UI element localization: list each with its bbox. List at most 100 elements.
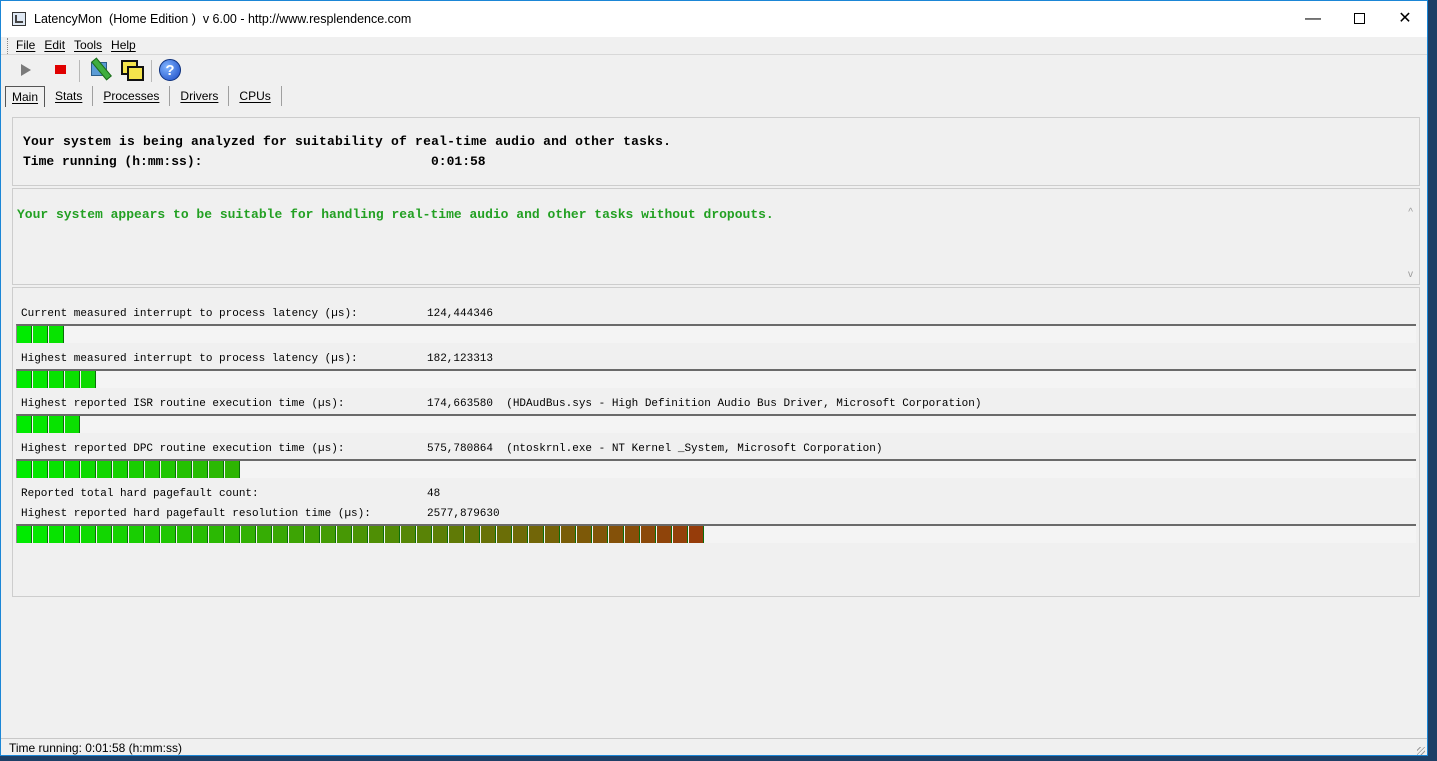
latency-bar-segment [33, 526, 48, 543]
menu-tools[interactable]: Tools [74, 38, 102, 54]
latency-bar-segment [81, 371, 96, 388]
latency-bar [16, 324, 1416, 343]
latency-bar-segment [17, 326, 32, 343]
latency-bar [16, 369, 1416, 388]
latency-bar-segment [161, 461, 176, 478]
analysis-info-panel: Your system is being analyzed for suitab… [12, 117, 1420, 186]
menu-file[interactable]: File [16, 38, 35, 54]
latency-bar-segment [193, 526, 208, 543]
latency-bar-segment [49, 526, 64, 543]
latency-bar-segment [113, 526, 128, 543]
tab-cpus[interactable]: CPUs [229, 86, 282, 106]
latency-bar-segment [641, 526, 656, 543]
windows-icon[interactable] [121, 60, 145, 84]
latency-bar-segment [209, 461, 224, 478]
latency-bar-segment [65, 526, 80, 543]
latency-bar-segment [481, 526, 496, 543]
latency-bar-segment [145, 461, 160, 478]
latency-bar-segment [321, 526, 336, 543]
latency-bar-segment [673, 526, 688, 543]
latency-bar-segment [177, 526, 192, 543]
latencymon-window: LatencyMon (Home Edition ) v 6.00 - http… [0, 0, 1428, 756]
latency-bar-segment [17, 461, 32, 478]
minimize-button[interactable]: — [1290, 1, 1336, 37]
latency-bar-segment [193, 461, 208, 478]
toolbar-separator [151, 60, 152, 82]
latency-bar-segment [49, 371, 64, 388]
latency-bar [16, 414, 1416, 433]
latency-bar-segment [145, 526, 160, 543]
verdict-panel[interactable]: Your system appears to be suitable for h… [12, 188, 1420, 285]
metrics-panel: Current measured interrupt to process la… [12, 287, 1420, 597]
latency-bar-segment [17, 371, 32, 388]
menu-separator [1, 54, 1427, 55]
status-bar: Time running: 0:01:58 (h:mm:ss) [1, 738, 1427, 757]
menu-edit[interactable]: Edit [44, 38, 65, 54]
metric-label: Highest measured interrupt to process la… [21, 353, 358, 365]
latency-bar-segment [17, 416, 32, 433]
latency-bar-segment [209, 526, 224, 543]
metric-value: 2577,879630 [427, 508, 500, 520]
stop-icon[interactable] [55, 65, 66, 74]
metric-value: 575,780864 (ntoskrnl.exe - NT Kernel _Sy… [427, 443, 883, 455]
latency-bar-segment [593, 526, 608, 543]
latency-bar-segment [33, 371, 48, 388]
latency-bar-segment [289, 526, 304, 543]
latency-bar-segment [33, 326, 48, 343]
maximize-button[interactable] [1336, 1, 1382, 37]
tab-drivers[interactable]: Drivers [170, 86, 230, 106]
time-running-value: 0:01:58 [431, 154, 486, 169]
scroll-up-icon[interactable]: ^ [1408, 207, 1413, 218]
latency-bar-segment [417, 526, 432, 543]
status-text: Time running: 0:01:58 (h:mm:ss) [9, 741, 182, 755]
time-running-label: Time running (h:mm:ss): [23, 154, 203, 169]
latency-bar-segment [449, 526, 464, 543]
app-icon[interactable] [12, 12, 26, 26]
metric-label: Highest reported DPC routine execution t… [21, 443, 345, 455]
latency-bar-segment [225, 461, 240, 478]
latency-bar-segment [177, 461, 192, 478]
latency-bar [16, 524, 1416, 543]
close-button[interactable]: ✕ [1382, 1, 1428, 37]
latency-bar-segment [97, 461, 112, 478]
latency-bar-segment [49, 461, 64, 478]
verdict-text: Your system appears to be suitable for h… [17, 207, 774, 222]
help-icon[interactable]: ? [159, 59, 181, 81]
play-icon[interactable] [21, 64, 31, 76]
latency-bar-segment [529, 526, 544, 543]
scroll-down-icon[interactable]: v [1408, 269, 1413, 280]
title-bar[interactable]: LatencyMon (Home Edition ) v 6.00 - http… [1, 1, 1427, 37]
windows-icon-front [127, 66, 144, 81]
latency-bar-segment [113, 461, 128, 478]
metric-label: Highest reported ISR routine execution t… [21, 398, 345, 410]
latency-bar [16, 459, 1416, 478]
tab-stats[interactable]: Stats [45, 86, 94, 106]
metric-value: 48 [427, 488, 441, 500]
latency-bar-segment [385, 526, 400, 543]
latency-bar-segment [337, 526, 352, 543]
latency-bar-segment [401, 526, 416, 543]
latency-bar-segment [49, 416, 64, 433]
latency-bar-segment [65, 371, 80, 388]
latency-bar-segment [257, 526, 272, 543]
latency-bar-segment [33, 416, 48, 433]
latency-bar-segment [273, 526, 288, 543]
latency-bar-segment [353, 526, 368, 543]
latency-bar-segment [97, 526, 112, 543]
latency-bar-segment [81, 526, 96, 543]
resize-grip-icon[interactable] [1417, 747, 1425, 755]
latency-bar-segment [17, 526, 32, 543]
menu-help[interactable]: Help [111, 38, 136, 54]
latency-bar-segment [369, 526, 384, 543]
tab-bar: Main Stats Processes Drivers CPUs [5, 86, 282, 107]
latency-bar-segment [129, 526, 144, 543]
latency-bar-segment [561, 526, 576, 543]
tab-processes[interactable]: Processes [93, 86, 171, 106]
analysis-status-text: Your system is being analyzed for suitab… [23, 134, 672, 149]
latency-bar-segment [65, 461, 80, 478]
window-title: LatencyMon (Home Edition ) v 6.00 - http… [34, 12, 412, 26]
latency-bar-segment [241, 526, 256, 543]
tab-main[interactable]: Main [5, 86, 46, 107]
drivers-icon[interactable] [88, 57, 112, 82]
metric-label: Highest reported hard pagefault resoluti… [21, 508, 371, 520]
